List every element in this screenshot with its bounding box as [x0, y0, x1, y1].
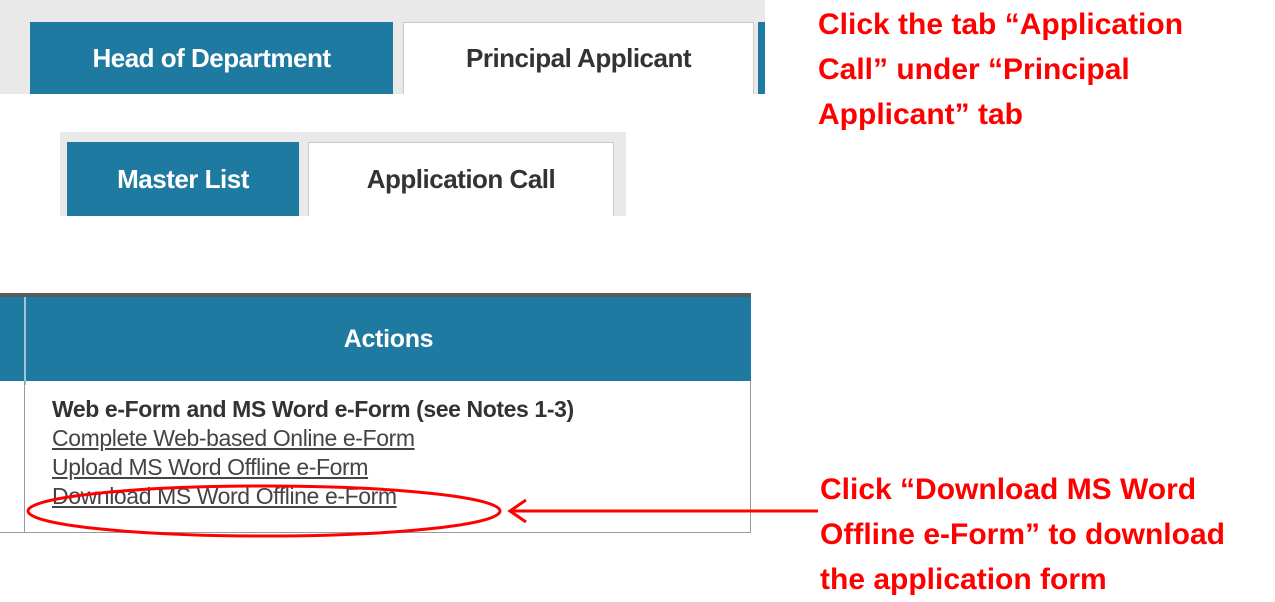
highlight-ellipse	[26, 484, 502, 538]
annotation-step2: Click “Download MS Word Offline e-Form” …	[820, 473, 1225, 596]
annotation-step1: Click the tab “Application Call” under “…	[818, 8, 1184, 131]
